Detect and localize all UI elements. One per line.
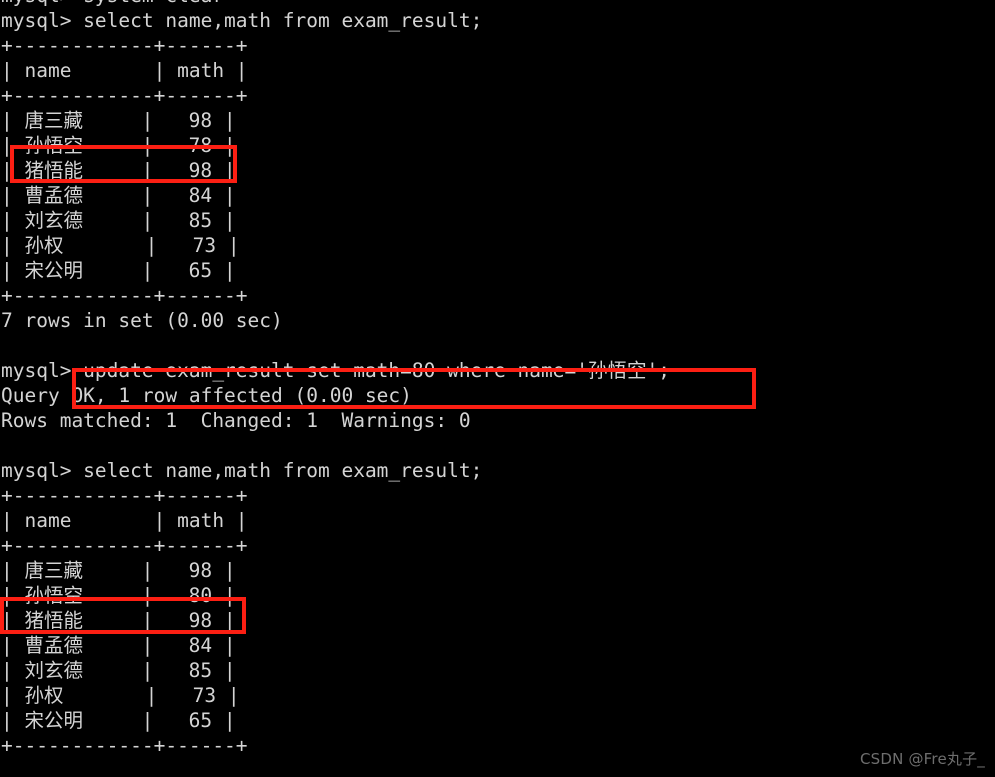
terminal-line: | 曹孟德 | 84 |	[1, 634, 236, 657]
terminal-line: | name | math |	[1, 59, 248, 82]
terminal-line: | 孙悟空 | 80 |	[1, 584, 236, 607]
terminal-line: | 曹孟德 | 84 |	[1, 184, 236, 207]
terminal-window[interactable]: mysql> system clearmysql> select name,ma…	[0, 0, 995, 777]
terminal-line: mysql> system clear	[0, 0, 995, 8]
terminal-line: | 刘玄德 | 85 |	[1, 209, 236, 232]
terminal-line: mysql> update exam_result set math=80 wh…	[1, 359, 670, 382]
terminal-line: +------------+------+	[1, 734, 248, 757]
terminal-line: | 猪悟能 | 98 |	[1, 609, 236, 632]
terminal-line: +------------+------+	[1, 84, 248, 107]
terminal-line: | 唐三藏 | 98 |	[1, 109, 236, 132]
csdn-watermark: CSDN @Fre丸子_	[859, 750, 985, 768]
terminal-line: | 刘玄德 | 85 |	[1, 659, 236, 682]
terminal-line: +------------+------+	[1, 484, 248, 507]
terminal-line: Rows matched: 1 Changed: 1 Warnings: 0	[1, 409, 471, 432]
terminal-line: | 唐三藏 | 98 |	[1, 559, 236, 582]
terminal-output: mysql> system clearmysql> select name,ma…	[0, 0, 995, 758]
terminal-line: +------------+------+	[1, 34, 248, 57]
terminal-line: Query OK, 1 row affected (0.00 sec)	[1, 384, 412, 407]
terminal-line: | 猪悟能 | 98 |	[1, 159, 236, 182]
terminal-line: +------------+------+	[1, 284, 248, 307]
terminal-line: | 宋公明 | 65 |	[1, 259, 236, 282]
terminal-line: mysql> select name,math from exam_result…	[1, 459, 483, 482]
terminal-line: mysql> select name,math from exam_result…	[1, 9, 483, 32]
terminal-line: 7 rows in set (0.00 sec)	[1, 309, 283, 332]
terminal-line: | 宋公明 | 65 |	[1, 709, 236, 732]
terminal-line: +------------+------+	[1, 534, 248, 557]
terminal-line: | 孙悟空 | 78 |	[1, 134, 236, 157]
terminal-line: | name | math |	[1, 509, 248, 532]
terminal-line: | 孙权 | 73 |	[1, 684, 240, 707]
terminal-line: | 孙权 | 73 |	[1, 234, 240, 257]
